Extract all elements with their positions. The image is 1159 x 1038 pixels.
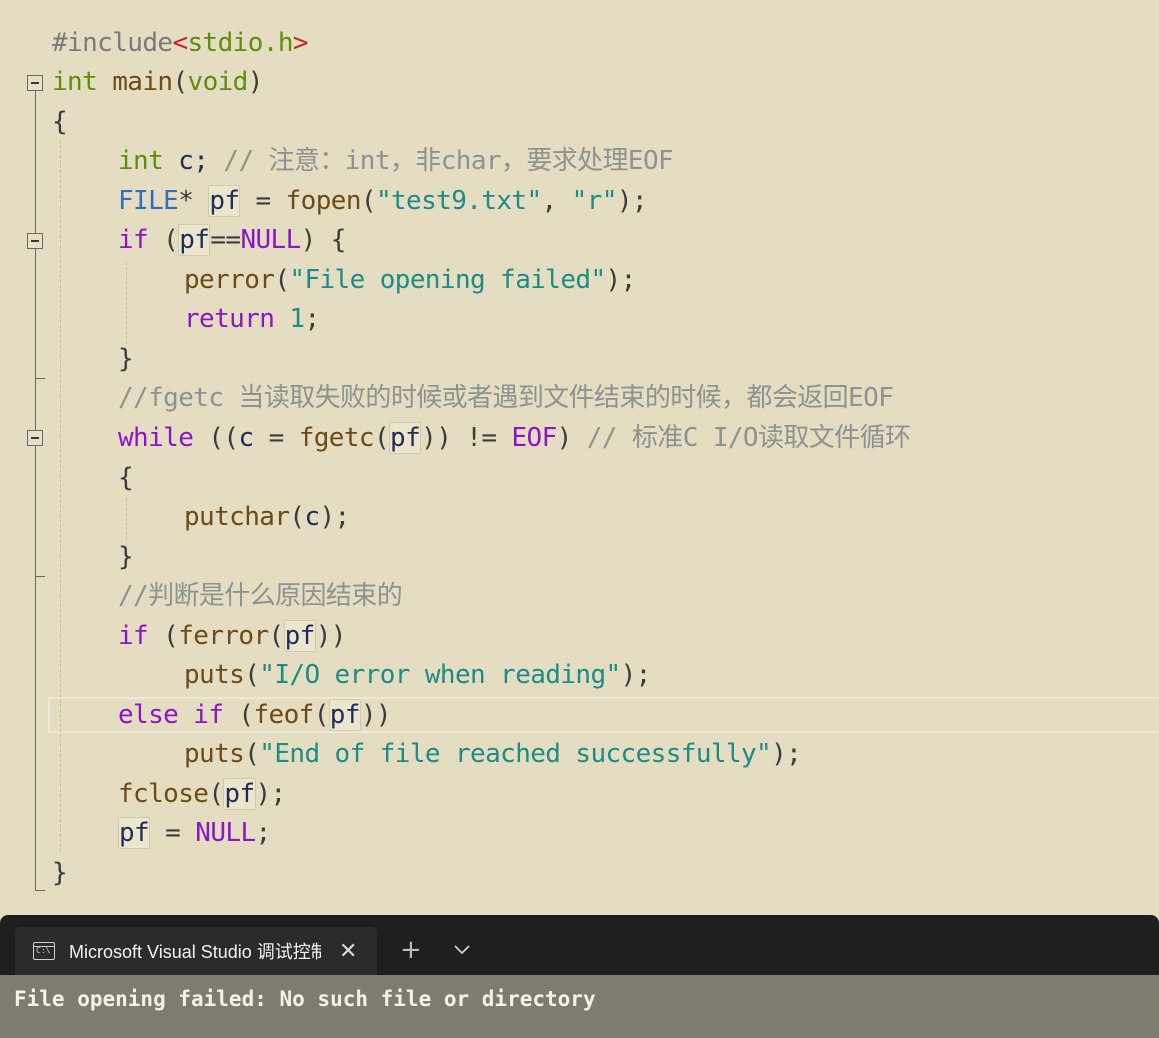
code-line-4: int c; // 注意：int，非char，要求处理EOF [118,146,674,176]
fold-end-while [35,576,45,577]
code-line-7: perror("File opening failed"); [184,265,636,295]
indent-guide [126,262,127,344]
code-line-8: return 1; [184,304,320,334]
new-tab-button[interactable]: + [400,937,422,963]
fold-end-if [35,378,45,379]
console-tab-bar: C:\ Microsoft Visual Studio 调试控制台 ✕ + [0,915,1159,975]
code-line-16: if (ferror(pf)) [118,620,346,652]
code-line-1: #include<stdio.h> [52,28,309,58]
code-line-20: fclose(pf); [118,778,286,810]
close-icon[interactable]: ✕ [339,939,357,964]
code-line-12: { [118,463,134,493]
code-line-14: } [118,542,134,572]
code-line-9: } [118,344,134,374]
console-window-icon: C:\ [33,942,55,960]
code-line-13: putchar(c); [184,502,350,532]
code-line-11: while ((c = fgetc(pf)) != EOF) // 标准C I/… [118,422,911,454]
console-tab[interactable]: C:\ Microsoft Visual Studio 调试控制台 ✕ [15,927,377,975]
collapse-while-icon[interactable] [27,430,43,446]
console-output-text: File opening failed: No such file or dir… [14,987,596,1011]
code-line-10: //fgetc 当读取失败的时候或者遇到文件结束的时候，都会返回EOF [118,383,894,413]
code-line-18: else if (feof(pf)) [118,699,392,731]
console-output-area[interactable]: File opening failed: No such file or dir… [0,975,1159,1038]
code-line-17: puts("I/O error when reading"); [184,660,651,690]
collapse-if-icon[interactable] [27,233,43,249]
indent-guide [126,498,127,540]
fold-guide-main [35,91,36,891]
code-line-6: if (pf==NULL) { [118,224,346,256]
code-editor[interactable]: #include<stdio.h> int main(void) { int c… [0,0,1159,915]
code-line-15: //判断是什么原因结束的 [118,581,403,611]
code-line-19: puts("End of file reached successfully")… [184,739,802,769]
code-line-22: } [52,858,68,888]
console-tab-title: Microsoft Visual Studio 调试控制台 [69,942,321,962]
code-line-2: int main(void) [52,67,263,97]
code-line-21: pf = NULL; [118,817,271,849]
fold-end-main [35,890,45,891]
collapse-main-icon[interactable] [27,75,43,91]
code-line-3: { [52,107,68,137]
indent-guide [60,140,61,852]
code-line-5: FILE* pf = fopen("test9.txt", "r"); [118,185,648,217]
chevron-down-icon[interactable] [452,939,472,959]
